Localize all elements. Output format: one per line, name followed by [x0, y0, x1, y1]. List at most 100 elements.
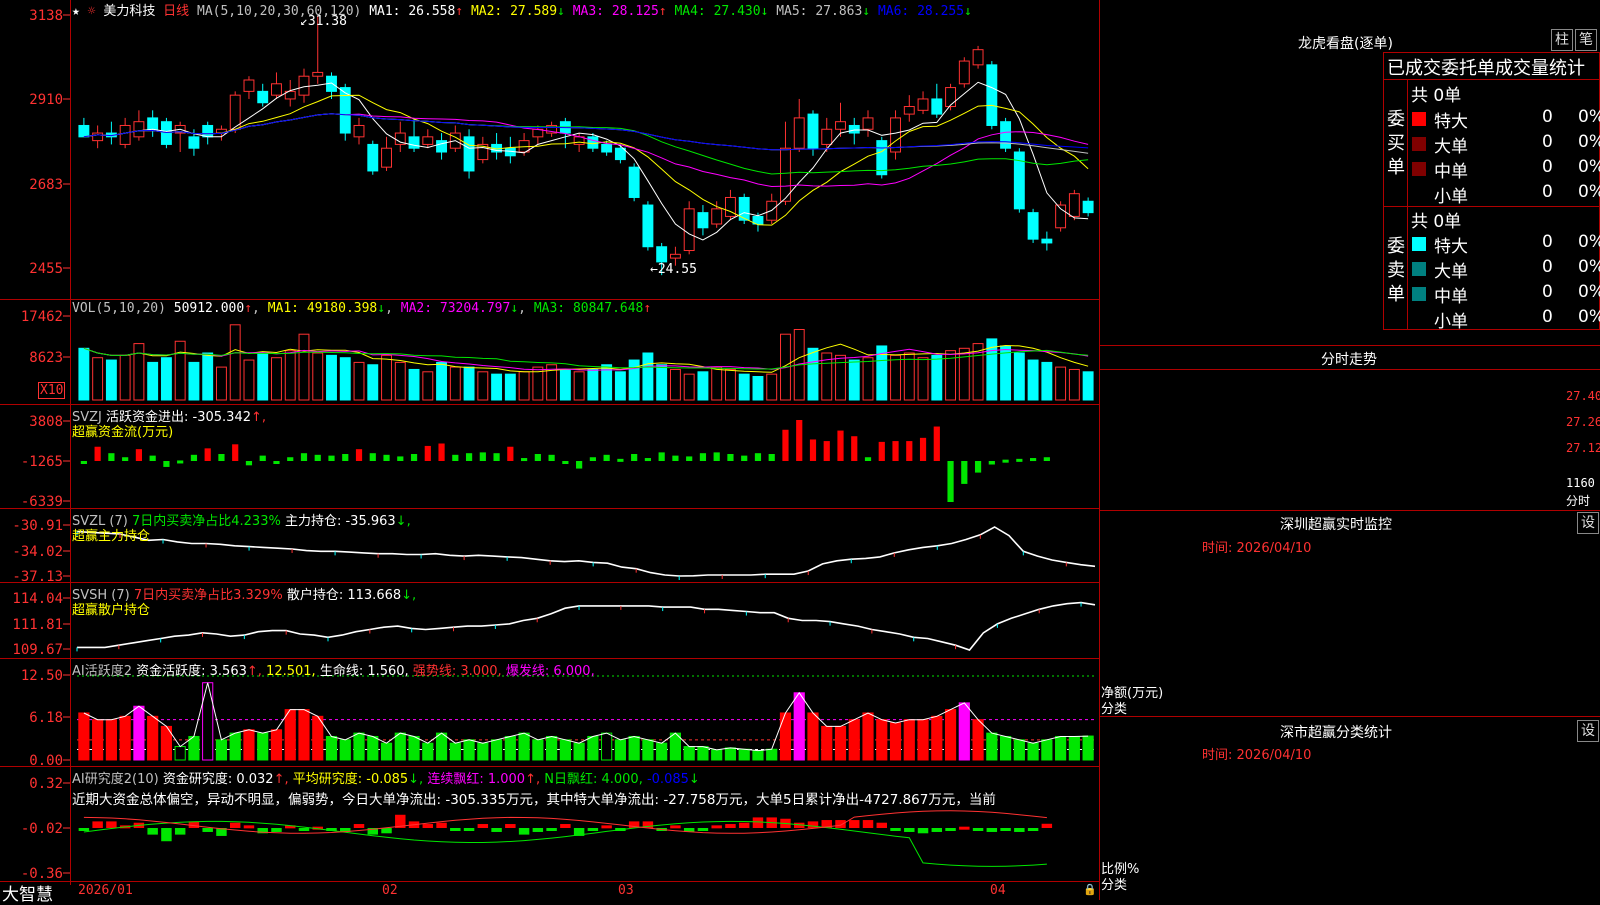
lhb-row-name: 特大 [1434, 112, 1468, 132]
volume-bar [215, 366, 227, 401]
svzj-bar [809, 439, 817, 461]
ai1-bar [821, 725, 833, 761]
lock-icon[interactable]: 🔒 [1083, 883, 1097, 896]
svzl-subtitle: 超赢主力持仓 [72, 529, 151, 544]
volume-bar [408, 368, 420, 401]
ai2-bar [147, 828, 158, 835]
ai1-bar [463, 739, 475, 761]
intraday-title: 分时走势 [1321, 352, 1377, 368]
ai2-bar [546, 828, 557, 831]
svzj-bar [328, 455, 335, 461]
tick-mode-button[interactable]: 笔 [1575, 29, 1597, 51]
ai1-bar [229, 732, 241, 761]
ai1-bar [1068, 735, 1080, 761]
ai1-bar [587, 735, 599, 761]
svzj-bar [754, 453, 762, 461]
lhb-row-count: 0 [1542, 257, 1553, 277]
bar-mode-button[interactable]: 柱 [1551, 29, 1573, 51]
volume-bar [160, 357, 172, 401]
volume-bar [848, 359, 860, 401]
svzj-bar [177, 460, 184, 464]
ai2-bar [92, 821, 103, 828]
ai1-bar [931, 715, 943, 761]
volume-bar [559, 368, 571, 401]
ai1-bar [298, 709, 310, 761]
ai2-bar [518, 828, 530, 835]
svzj-bar [410, 454, 418, 461]
svzj-bar [122, 457, 129, 461]
candle-body [903, 106, 915, 115]
volume-bar [174, 340, 186, 401]
kline-chart-area[interactable]: 3138 2910 2683 2455 17462 8623 3808 -1265 -6339 -… [0, 0, 1100, 900]
classify-settings-button[interactable]: 设 [1577, 720, 1599, 742]
volume-bar [518, 371, 530, 401]
ai2-bar [229, 822, 241, 828]
lhb-row-count: 0 [1542, 132, 1553, 152]
svzj-bar [273, 460, 280, 464]
candle-body [711, 208, 723, 225]
x-label-feb: 02 [382, 883, 398, 898]
ai1-bar [889, 722, 902, 761]
ai1-bar [257, 732, 269, 761]
volume-bar [628, 359, 640, 401]
volume-bar [1082, 371, 1094, 401]
y-tick: 12.50 [21, 668, 63, 684]
monitor-settings-button[interactable]: 设 [1577, 512, 1599, 534]
ai1-bar [119, 715, 131, 761]
volume-bar [394, 361, 406, 401]
ai2-bar [986, 828, 998, 832]
vol-title: VOL(5,10,20) [72, 301, 166, 316]
y-tick: 3808 [29, 414, 63, 430]
vol-ma1: MA1: 49180.398 [267, 301, 378, 316]
ai1-bar [683, 746, 695, 761]
lhb-row-pct: 0% [1578, 307, 1600, 327]
lhb-title: 龙虎看盘(逐单) [1298, 36, 1393, 52]
period-label[interactable]: 日线 [163, 4, 189, 19]
svzj-bar [1043, 457, 1050, 461]
volume-bar [92, 357, 104, 401]
volume-bar [711, 366, 723, 401]
legend-swatch [1412, 162, 1426, 176]
ai2-bar [1014, 828, 1025, 832]
ai1-bar [518, 732, 530, 761]
y-tick: 6.18 [29, 710, 63, 726]
svzj-bar [507, 446, 514, 461]
favorite-icon[interactable]: ☼ [88, 4, 96, 19]
ai1-bar [188, 735, 200, 761]
svzj-bar [823, 441, 830, 461]
ai2-bar [1027, 828, 1039, 831]
volume-bar [381, 354, 392, 401]
volume-bar [587, 368, 599, 401]
svzj-bar [80, 460, 87, 464]
ai1-bar [573, 742, 585, 761]
candle-body [862, 117, 874, 130]
ai1-bar [766, 748, 778, 761]
svzj-bar [135, 449, 143, 461]
candle-body [1082, 200, 1094, 214]
svzj-bar [314, 454, 321, 461]
ai2-bar [422, 824, 434, 828]
vol-unit[interactable]: X10 [38, 382, 66, 399]
candle-body [463, 136, 475, 172]
intraday-price-high: 27.40 [1566, 389, 1600, 403]
sell-total: 共 0单 [1411, 212, 1462, 232]
svzj-bar [933, 426, 940, 461]
ai2-bar [959, 826, 970, 830]
candle-body [821, 128, 833, 145]
svsh-ratio: 7日内买卖净占比3.329% [133, 588, 283, 603]
ai2-bar [174, 828, 186, 835]
ai2-bar [945, 828, 956, 831]
svzj-bar [232, 444, 239, 461]
svzj-bar [149, 455, 156, 461]
svzj-bar [1029, 458, 1037, 462]
ai2-bar [738, 822, 750, 828]
ai1-bar [724, 747, 737, 761]
ai1-bar [1027, 742, 1039, 761]
star-icon[interactable]: ★ [72, 4, 80, 19]
ai1-bar [917, 719, 929, 761]
ai1-bar [394, 732, 406, 761]
volume-bar [504, 373, 516, 401]
main-header: ★ ☼ 美力科技 日线 MA(5,10,20,30,60,120) MA1: 2… [72, 0, 972, 19]
ai1-bar [972, 719, 984, 761]
ai1-bar [105, 719, 117, 761]
